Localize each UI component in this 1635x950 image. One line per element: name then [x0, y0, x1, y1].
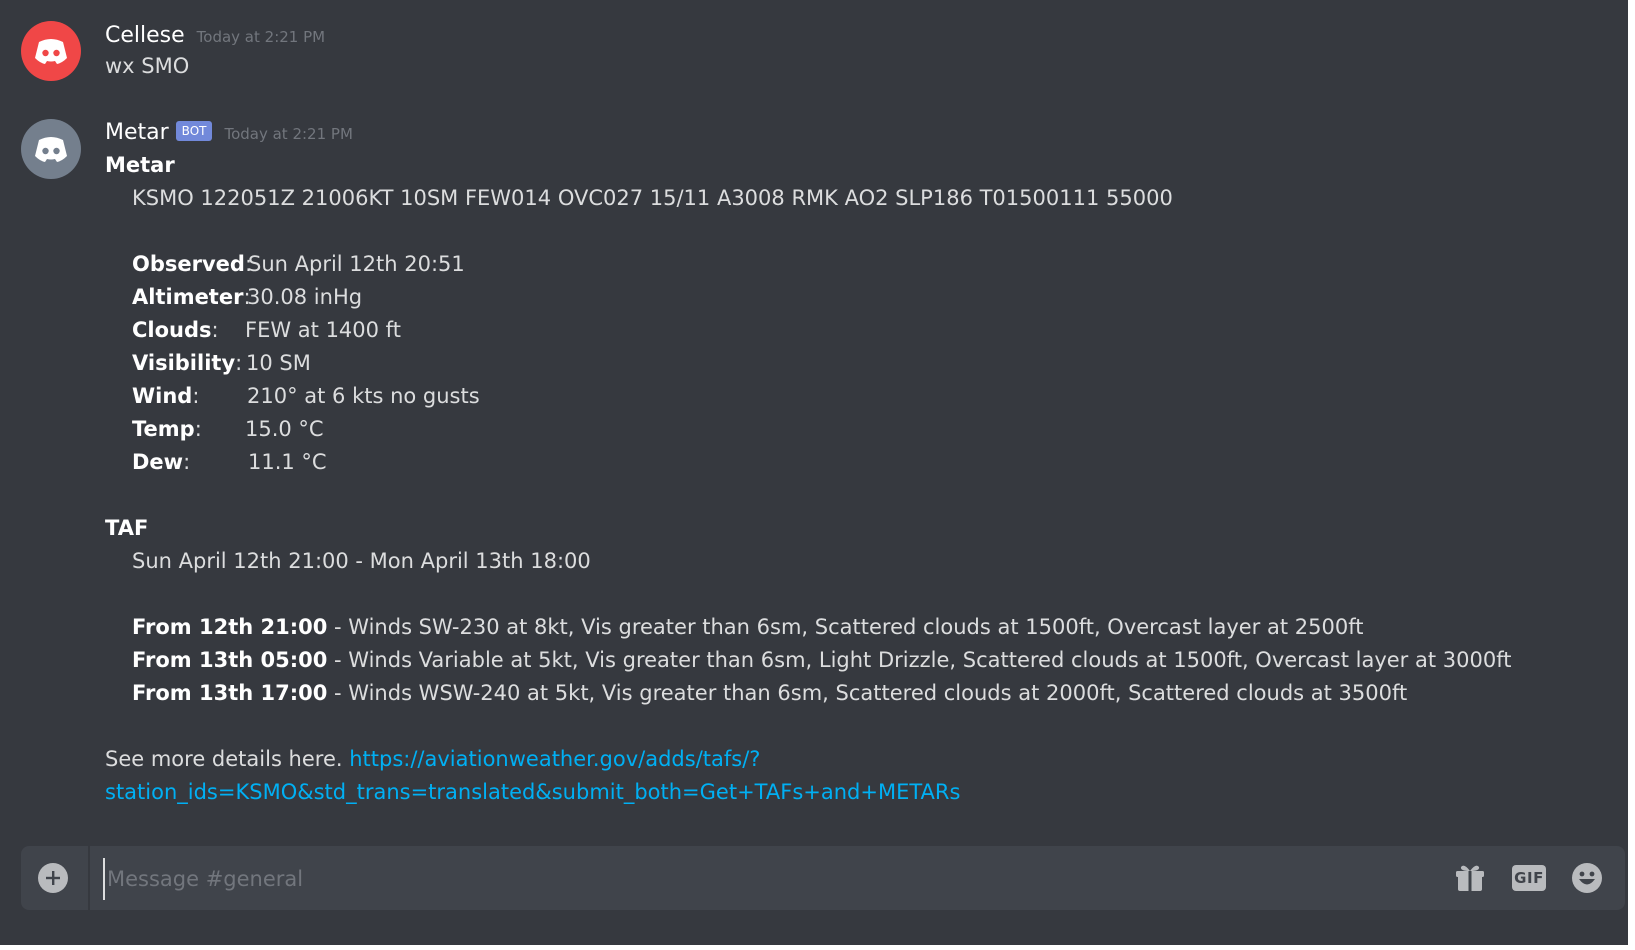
message-header: Cellese Today at 2:21 PM [105, 23, 325, 48]
field-altimeter-value: 30.08 inHg [247, 285, 363, 309]
field-temp-label: Temp: [132, 417, 202, 441]
gift-icon[interactable] [1453, 862, 1487, 894]
plus-circle-icon[interactable] [38, 863, 68, 893]
timestamp: Today at 2:21 PM [224, 125, 353, 143]
field-observed-label: Observed: [132, 252, 253, 276]
bot-tag: BOT [175, 121, 213, 141]
field-visibility-value: 10 SM [246, 351, 311, 375]
discord-logo-icon [35, 137, 67, 162]
window-bottom-strip [0, 945, 1635, 950]
username[interactable]: Metar [105, 120, 169, 145]
details-link-continued[interactable]: station_ids=KSMO&std_trans=translated&su… [105, 780, 960, 804]
details-prefix: See more details here. [105, 747, 350, 771]
field-observed-value: Sun April 12th 20:51 [248, 252, 465, 276]
chat-messages: Cellese Today at 2:21 PM wx SMO Metar BO… [0, 0, 1635, 840]
metar-heading: Metar [105, 153, 175, 177]
forecast-line: From 12th 21:00 - Winds SW-230 at 8kt, V… [132, 615, 1364, 639]
raw-metar: KSMO 122051Z 21006KT 10SM FEW014 OVC027 … [132, 186, 1173, 210]
field-altimeter-label: Altimeter: [132, 285, 251, 309]
details-line: See more details here. https://aviationw… [105, 747, 760, 771]
forecast-line: From 13th 17:00 - Winds WSW-240 at 5kt, … [132, 681, 1408, 705]
message-header: Metar BOT Today at 2:21 PM [105, 120, 353, 145]
avatar[interactable] [21, 119, 81, 179]
username[interactable]: Cellese [105, 23, 185, 48]
field-dew-value: 11.1 °C [248, 450, 327, 474]
message-input[interactable] [103, 858, 1439, 900]
avatar[interactable] [21, 21, 81, 81]
gif-icon: GIF [1512, 865, 1546, 891]
message-text: wx SMO [105, 54, 190, 78]
field-dew-label: Dew: [132, 450, 191, 474]
field-wind-value: 210° at 6 kts no gusts [247, 384, 480, 408]
window-edge [1628, 0, 1635, 945]
taf-heading: TAF [105, 516, 149, 540]
field-wind-label: Wind: [132, 384, 200, 408]
details-link[interactable]: https://aviationweather.gov/adds/tafs/? [349, 747, 760, 771]
field-clouds-value: FEW at 1400 ft [245, 318, 401, 342]
field-clouds-label: Clouds: [132, 318, 219, 342]
forecast-line: From 13th 05:00 - Winds Variable at 5kt,… [132, 648, 1512, 672]
timestamp: Today at 2:21 PM [196, 28, 326, 46]
field-temp-value: 15.0 °C [245, 417, 324, 441]
details-line-2: station_ids=KSMO&std_trans=translated&su… [105, 780, 960, 804]
message-composer: GIF [21, 846, 1625, 910]
discord-logo-icon [35, 39, 67, 64]
emoji-icon[interactable] [1570, 862, 1604, 894]
field-visibility-label: Visibility: [132, 351, 243, 375]
taf-period: Sun April 12th 21:00 - Mon April 13th 18… [132, 549, 591, 573]
composer-divider [88, 846, 90, 910]
gif-button[interactable]: GIF [1512, 862, 1546, 894]
